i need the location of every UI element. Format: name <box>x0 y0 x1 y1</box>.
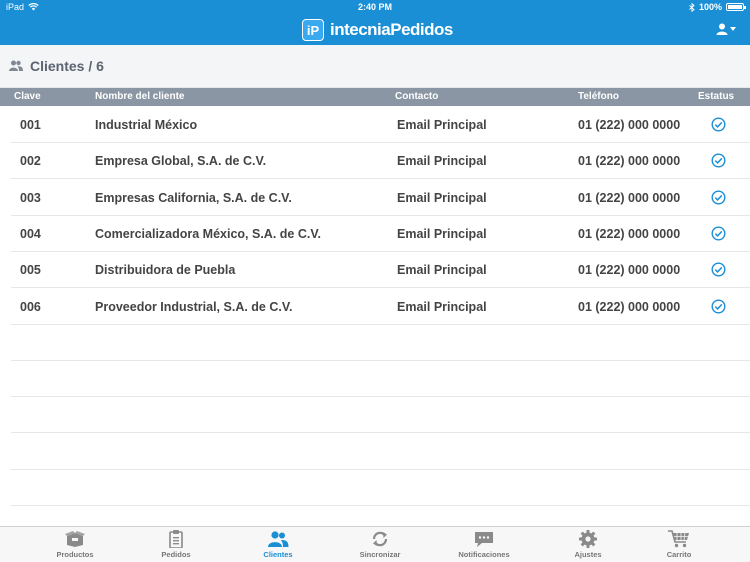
status-cell <box>711 117 726 135</box>
tab-label-productos: Productos <box>56 550 94 559</box>
table-row[interactable]: 004 Comercializadora México, S.A. de C.V.… <box>11 216 750 252</box>
users-icon <box>268 531 289 547</box>
tab-notificaciones[interactable]: Notificaciones <box>444 529 524 559</box>
sync-icon <box>372 531 388 547</box>
check-circle-icon <box>711 117 726 132</box>
cell-telefono: 01 (222) 000 0000 <box>578 226 681 241</box>
tab-sincronizar[interactable]: Sincronizar <box>340 529 420 559</box>
cell-clave: 006 <box>20 299 41 314</box>
tab-label-pedidos: Pedidos <box>161 550 191 559</box>
cell-nombre: Empresas California, S.A. de C.V. <box>95 190 292 205</box>
chat-icon <box>475 531 493 547</box>
cell-nombre: Comercializadora México, S.A. de C.V. <box>95 226 322 241</box>
tab-pedidos[interactable]: Pedidos <box>136 529 216 559</box>
cell-contacto: Email Principal <box>397 154 487 169</box>
battery-fill <box>728 5 742 9</box>
cell-clave: 004 <box>20 226 41 241</box>
battery-percent: 100% <box>698 2 722 12</box>
top-nav-bar: iP intecniaPedidos <box>0 15 750 45</box>
check-circle-icon <box>711 298 726 314</box>
tab-carrito[interactable]: Carrito <box>639 529 719 559</box>
check-circle-icon <box>711 262 726 277</box>
empty-row <box>11 397 750 434</box>
status-cell <box>711 226 726 244</box>
cell-clave: 001 <box>20 118 41 132</box>
cell-telefono: 01 (222) 000 0000 <box>578 190 681 205</box>
table-row[interactable]: 005 Distribuidora de Puebla Email Principa… <box>11 252 750 289</box>
tab-label-carrito: Carrito <box>666 550 692 559</box>
cell-telefono: 01 (222) 000 0000 <box>578 154 681 169</box>
tab-label-ajustes: Ajustes <box>574 550 602 559</box>
table-row[interactable]: 001 Industrial México Email Principal 01 (2… <box>11 107 750 143</box>
tab-label-notificaciones: Notificaciones <box>458 550 510 559</box>
column-header-nombre: Nombre del cliente <box>95 91 185 102</box>
empty-row <box>11 434 750 470</box>
page-title: Clientes / 6 <box>30 58 104 74</box>
app-logo: iP <box>302 19 324 41</box>
cell-contacto: Email Principal <box>397 263 487 278</box>
user-menu-button[interactable] <box>716 23 736 35</box>
cell-clave: 005 <box>20 263 41 278</box>
box-icon <box>65 531 85 547</box>
cell-telefono: 01 (222) 000 0000 <box>578 263 681 278</box>
cell-clave: 002 <box>20 154 41 169</box>
tab-bar: Productos Pedidos Clientes Sincronizar N… <box>0 526 750 562</box>
table-row[interactable]: 006 Proveedor Industrial, S.A. de C.V. Ema… <box>11 289 750 325</box>
clipboard-icon <box>169 530 183 548</box>
check-circle-icon <box>711 190 726 205</box>
bluetooth-icon <box>689 2 695 12</box>
empty-row <box>11 325 750 361</box>
tab-ajustes[interactable]: Ajustes <box>548 529 628 559</box>
section-header: Clientes / 6 <box>0 45 750 88</box>
cart-icon <box>668 530 689 548</box>
table-header: Clave Nombre del cliente Contacto Teléfo… <box>0 88 750 106</box>
tab-productos[interactable]: Productos <box>35 529 115 559</box>
battery-icon <box>726 3 746 11</box>
table-row[interactable]: 002 Empresa Global, S.A. de C.V. Email Pri… <box>11 143 750 180</box>
tab-clientes[interactable]: Clientes <box>238 529 318 559</box>
status-bar-right: 100% <box>689 2 746 12</box>
caret-down-icon <box>730 27 736 31</box>
cell-nombre: Proveedor Industrial, S.A. de C.V. <box>95 299 293 314</box>
user-icon <box>716 23 728 35</box>
check-circle-icon <box>711 153 726 168</box>
column-header-telefono: Teléfono <box>578 91 619 102</box>
users-icon <box>9 60 23 71</box>
status-bar: iPad 2:40 PM 100% <box>0 0 750 15</box>
status-cell <box>711 298 726 317</box>
empty-row <box>11 470 750 506</box>
tab-label-sincronizar: Sincronizar <box>359 550 401 559</box>
cell-contacto: Email Principal <box>397 226 487 241</box>
cell-nombre: Distribuidora de Puebla <box>95 263 236 278</box>
cell-contacto: Email Principal <box>397 299 487 314</box>
status-cell <box>711 262 726 280</box>
app-title: intecniaPedidos <box>330 20 453 39</box>
cell-clave: 003 <box>20 190 41 205</box>
cell-contacto: Email Principal <box>397 118 487 132</box>
column-header-contacto: Contacto <box>395 91 439 102</box>
empty-row <box>11 361 750 398</box>
cell-nombre: Empresa Global, S.A. de C.V. <box>95 154 267 169</box>
cell-telefono: 01 (222) 000 0000 <box>578 299 681 314</box>
column-header-clave: Clave <box>14 91 41 102</box>
tab-label-clientes: Clientes <box>263 550 293 559</box>
column-header-estatus: Estatus <box>698 91 735 102</box>
cell-contacto: Email Principal <box>397 190 487 205</box>
clock: 2:40 PM <box>357 2 392 12</box>
check-circle-icon <box>711 226 726 241</box>
cell-telefono: 01 (222) 000 0000 <box>578 118 681 132</box>
cell-nombre: Industrial México <box>95 118 198 132</box>
app-brand: iP intecniaPedidos <box>302 19 453 41</box>
status-cell <box>711 153 726 171</box>
gear-icon <box>579 530 597 548</box>
table-row[interactable]: 003 Empresas California, S.A. de C.V. Emai… <box>11 180 750 216</box>
status-cell <box>711 190 726 208</box>
